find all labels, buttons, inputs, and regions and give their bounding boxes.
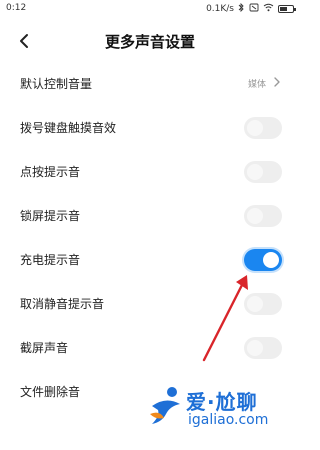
setting-value: 媒体 — [247, 80, 266, 90]
setting-label: 点按提示音 — [20, 165, 81, 179]
settings-list: 默认控制音量 媒体 拨号键盘触摸音效 点按提示音 锁屏提示音 充电提示音 取消静… — [0, 62, 300, 414]
network-speed: 0.1K/s — [206, 3, 234, 14]
lock-screen-sound-toggle[interactable] — [244, 205, 282, 227]
status-bar: 0:12 0.1K/s — [0, 0, 300, 18]
unmute-sound-toggle[interactable] — [244, 293, 282, 315]
setting-label: 锁屏提示音 — [20, 209, 81, 223]
battery-icon — [278, 5, 296, 13]
setting-label: 默认控制音量 — [20, 77, 93, 91]
setting-row-unmute-sound: 取消静音提示音 — [0, 282, 300, 326]
toggle-knob — [247, 208, 263, 224]
watermark: 爱·尬聊 igaliao.com — [146, 380, 296, 440]
setting-row-lock-screen-sound: 锁屏提示音 — [0, 194, 300, 238]
watermark-logo-icon — [150, 387, 180, 424]
dial-keypad-sound-toggle[interactable] — [244, 117, 282, 139]
page-header: 更多声音设置 — [0, 24, 300, 58]
setting-label: 截屏声音 — [20, 341, 69, 355]
page-title: 更多声音设置 — [104, 33, 195, 51]
watermark-brand: 爱·尬聊 — [186, 390, 258, 414]
chevron-right-icon — [272, 74, 282, 90]
setting-row-charging-sound: 充电提示音 — [0, 238, 300, 282]
battery-fill — [280, 7, 287, 11]
setting-row-default-volume[interactable]: 默认控制音量 媒体 — [0, 62, 300, 106]
status-time: 0:12 — [6, 3, 27, 13]
setting-label: 取消静音提示音 — [20, 297, 105, 311]
setting-row-tap-sound: 点按提示音 — [0, 150, 300, 194]
screenshot-sound-toggle[interactable] — [244, 337, 282, 359]
charging-sound-toggle[interactable] — [244, 249, 282, 271]
setting-label: 拨号键盘触摸音效 — [20, 121, 117, 135]
status-icons: 0.1K/s — [206, 2, 296, 15]
wifi-icon — [263, 3, 274, 15]
watermark-url: igaliao.com — [188, 412, 269, 428]
mute-icon — [249, 3, 259, 15]
toggle-knob — [247, 296, 263, 312]
setting-label: 文件删除音 — [20, 385, 81, 399]
tap-sound-toggle[interactable] — [244, 161, 282, 183]
setting-row-dial-keypad-sound: 拨号键盘触摸音效 — [0, 106, 300, 150]
setting-label: 充电提示音 — [20, 253, 81, 267]
bluetooth-icon — [238, 2, 245, 15]
toggle-knob — [247, 340, 263, 356]
toggle-knob — [263, 252, 279, 268]
toggle-knob — [247, 120, 263, 136]
setting-row-screenshot-sound: 截屏声音 — [0, 326, 300, 370]
toggle-knob — [247, 164, 263, 180]
